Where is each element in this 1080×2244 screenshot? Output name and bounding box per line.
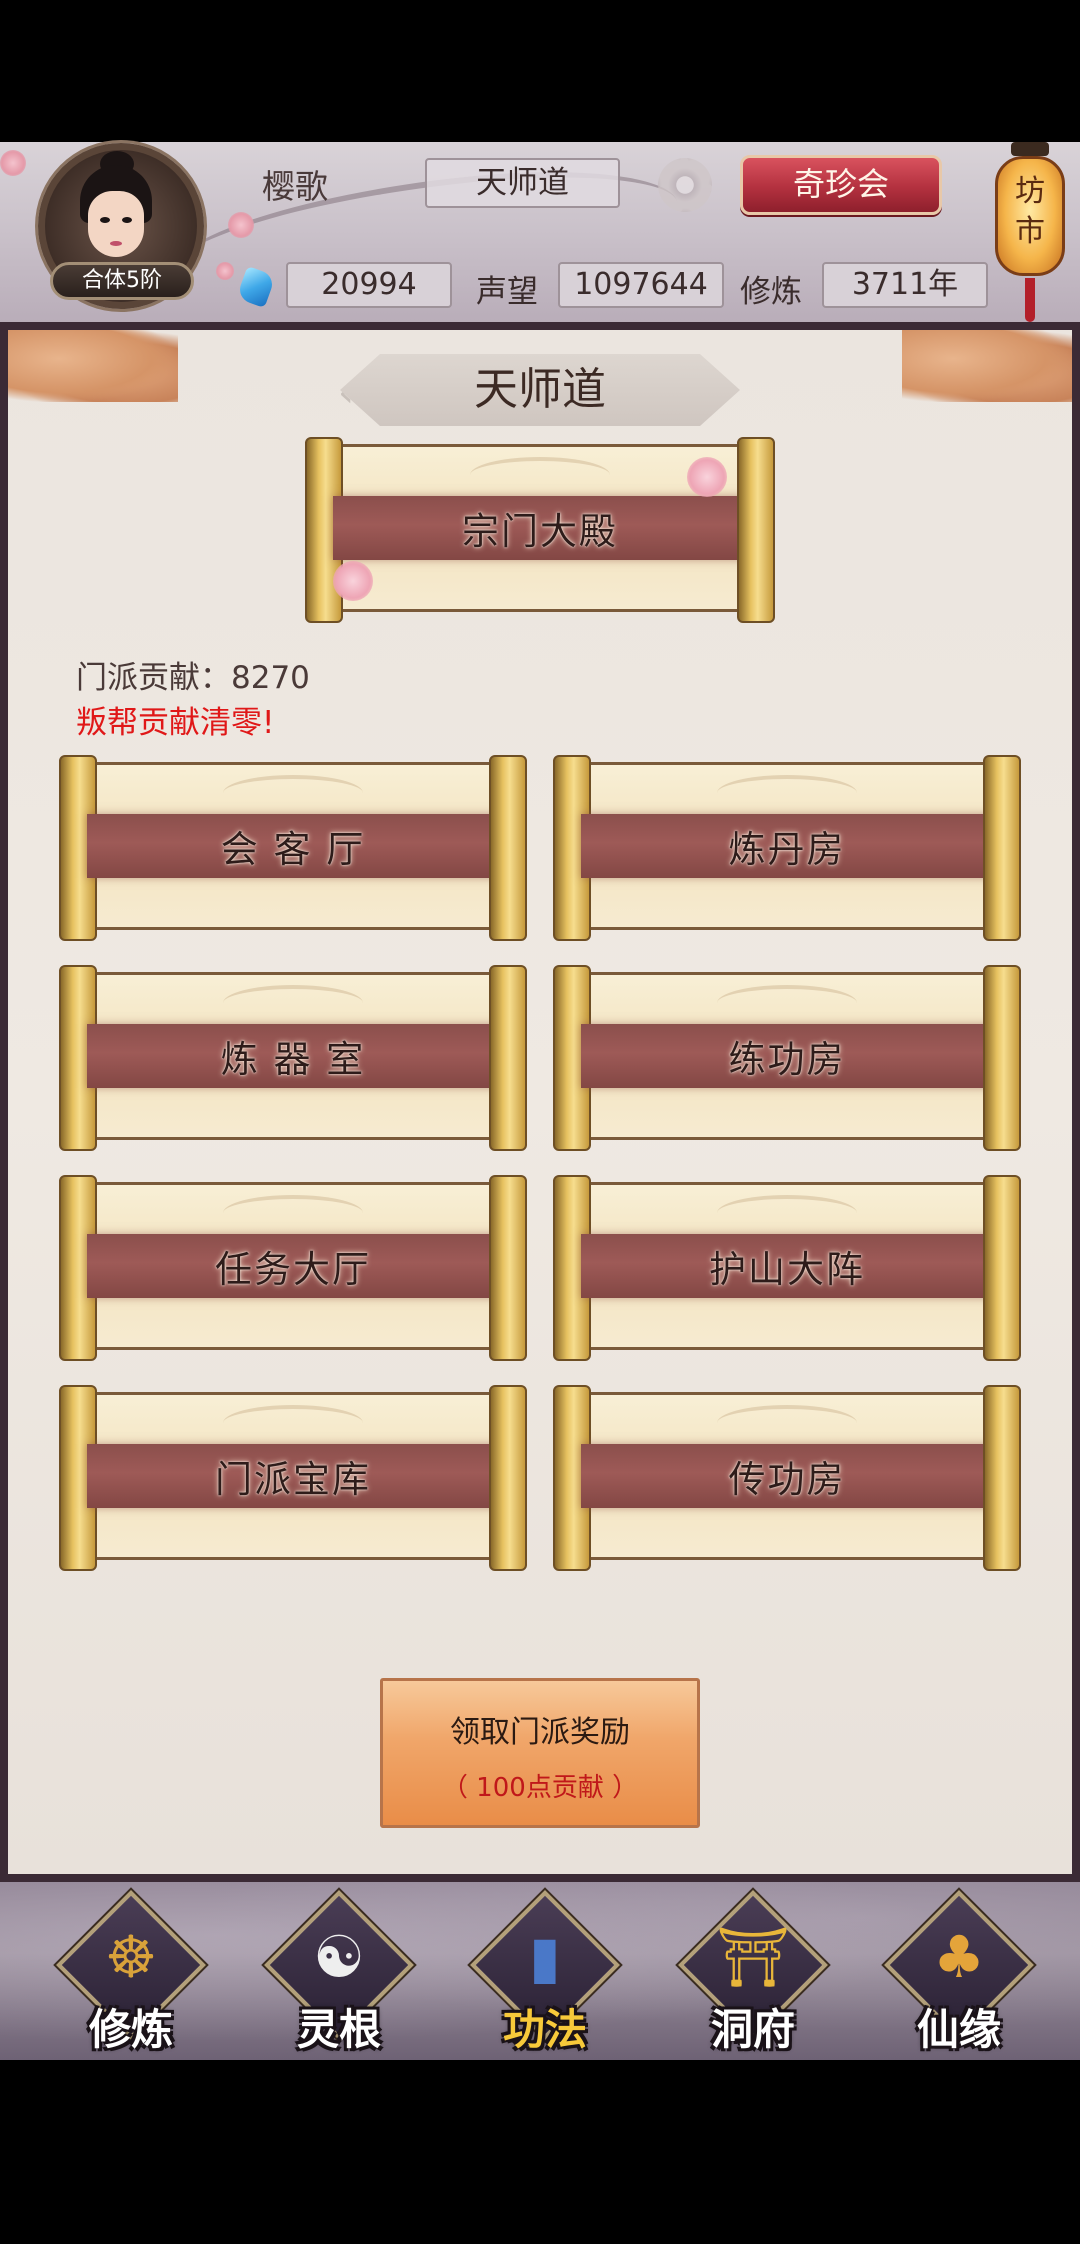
gourd-icon: ♣ bbox=[933, 1923, 985, 1991]
blossom-decoration bbox=[216, 262, 234, 280]
cloud-swirl-decoration bbox=[717, 1405, 857, 1441]
character-portrait-icon bbox=[70, 151, 162, 285]
pagoda-icon: ⛩ bbox=[716, 1923, 790, 1991]
cloud-swirl-decoration bbox=[717, 985, 857, 1021]
cultivation-value: 3711年 bbox=[822, 262, 988, 308]
scripture-book-icon: ▮ bbox=[529, 1923, 561, 1991]
nav-immortal-fate[interactable]: ♣ 仙缘 bbox=[884, 1890, 1034, 2054]
nav-label: 洞府 bbox=[710, 2005, 795, 2054]
bottom-bar-area bbox=[0, 2060, 1080, 2244]
cloud-swirl-decoration bbox=[223, 1405, 363, 1441]
nav-label: 灵根 bbox=[296, 2005, 381, 2054]
cloud-swirl-decoration bbox=[223, 775, 363, 811]
nav-label: 功法 bbox=[502, 2005, 587, 2054]
treasure-fair-button[interactable]: 奇珍会 bbox=[740, 155, 942, 215]
market-lantern-button[interactable]: 坊 市 bbox=[993, 142, 1067, 322]
yin-yang-sword-icon: ☯ bbox=[313, 1923, 365, 1991]
gear-icon[interactable] bbox=[658, 158, 712, 212]
cloud-swirl-decoration bbox=[717, 775, 857, 811]
sect-name: 天师道 bbox=[425, 158, 620, 208]
building-label: 会 客 厅 bbox=[220, 828, 366, 871]
nav-label: 仙缘 bbox=[916, 2005, 1001, 2054]
level-badge: 合体5阶 bbox=[50, 262, 194, 300]
building-alchemy-room[interactable]: 炼丹房 bbox=[553, 755, 1021, 941]
main-hall-label: 宗门大殿 bbox=[462, 510, 618, 553]
nav-techniques[interactable]: ▮ 功法 bbox=[470, 1890, 620, 2054]
player-name: 樱歌 bbox=[262, 167, 328, 206]
blossom-decoration bbox=[333, 561, 373, 601]
building-label: 门派宝库 bbox=[215, 1458, 371, 1501]
building-forge-room[interactable]: 炼 器 室 bbox=[59, 965, 527, 1151]
building-mountain-formation[interactable]: 护山大阵 bbox=[553, 1175, 1021, 1361]
panel-title: 天师道 bbox=[340, 354, 740, 426]
reputation-label: 声望 bbox=[476, 274, 538, 310]
sect-contribution: 门派贡献：8270 bbox=[76, 660, 310, 696]
defection-warning: 叛帮贡献清零! bbox=[76, 705, 275, 741]
cultivation-label: 修炼 bbox=[740, 274, 802, 310]
building-mission-hall[interactable]: 任务大厅 bbox=[59, 1175, 527, 1361]
monk-icon: ☸ bbox=[105, 1923, 157, 1991]
blossom-decoration bbox=[228, 212, 254, 238]
cloud-decoration bbox=[902, 330, 1072, 402]
building-label: 练功房 bbox=[728, 1038, 846, 1081]
blossom-decoration bbox=[687, 457, 727, 497]
status-bar-area bbox=[0, 0, 1080, 142]
reward-button-cost: （ 100点贡献 ） bbox=[441, 1773, 639, 1803]
cloud-swirl-decoration bbox=[223, 985, 363, 1021]
cloud-decoration bbox=[8, 330, 178, 402]
cloud-swirl-decoration bbox=[470, 457, 610, 493]
building-label: 炼 器 室 bbox=[220, 1038, 366, 1081]
lantern-cap bbox=[1011, 142, 1049, 156]
cloud-swirl-decoration bbox=[717, 1195, 857, 1231]
reputation-value: 1097644 bbox=[558, 262, 724, 308]
nav-spirit-root[interactable]: ☯ 灵根 bbox=[264, 1890, 414, 2054]
nav-cave-dwelling[interactable]: ⛩ 洞府 bbox=[678, 1890, 828, 2054]
main-hall-button[interactable]: 宗门大殿 bbox=[305, 437, 775, 623]
building-sect-treasury[interactable]: 门派宝库 bbox=[59, 1385, 527, 1571]
building-training-room[interactable]: 练功房 bbox=[553, 965, 1021, 1151]
building-label: 护山大阵 bbox=[709, 1248, 865, 1291]
building-reception-hall[interactable]: 会 客 厅 bbox=[59, 755, 527, 941]
building-label: 炼丹房 bbox=[728, 828, 846, 871]
building-label: 任务大厅 bbox=[215, 1248, 371, 1291]
blossom-decoration bbox=[0, 150, 26, 176]
lantern-tassel bbox=[1025, 278, 1035, 322]
reward-button-title: 领取门派奖励 bbox=[450, 1715, 630, 1750]
claim-sect-reward-button[interactable]: 领取门派奖励 （ 100点贡献 ） bbox=[380, 1678, 700, 1828]
nav-label: 修炼 bbox=[88, 2005, 173, 2054]
nav-cultivate[interactable]: ☸ 修炼 bbox=[56, 1890, 206, 2054]
building-teaching-room[interactable]: 传功房 bbox=[553, 1385, 1021, 1571]
building-label: 传功房 bbox=[728, 1458, 846, 1501]
cloud-swirl-decoration bbox=[223, 1195, 363, 1231]
lantern-label: 坊 市 bbox=[1015, 174, 1045, 249]
spirit-stones-value: 20994 bbox=[286, 262, 452, 308]
